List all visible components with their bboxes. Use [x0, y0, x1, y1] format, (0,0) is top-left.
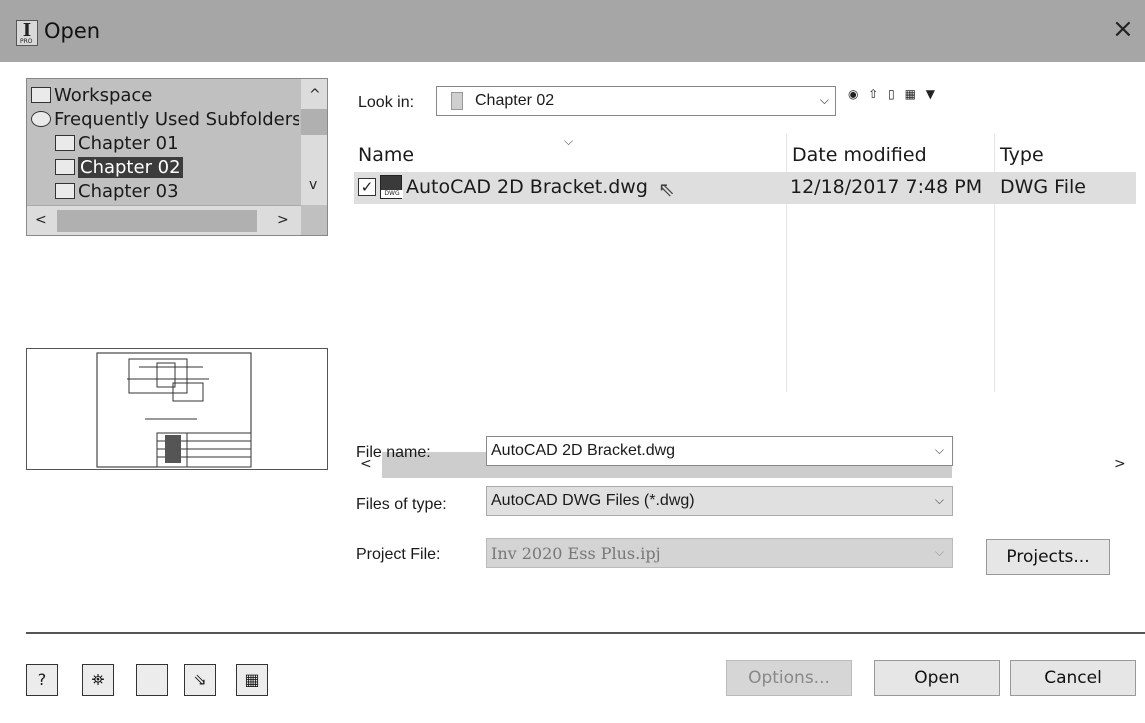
- tree-item-workspace[interactable]: Workspace: [31, 85, 299, 106]
- navigation-toolbar[interactable]: ◉ ⇧ ▯ ▦ ▼: [848, 87, 938, 101]
- cancel-button[interactable]: Cancel: [1010, 660, 1136, 696]
- scroll-down-icon[interactable]: v: [309, 177, 317, 193]
- files-of-type-select[interactable]: AutoCAD DWG Files (*.dwg) ⌵: [486, 486, 953, 516]
- folder-icon: [55, 183, 75, 199]
- drawing-preview-image: [96, 352, 252, 468]
- folder-tree: Workspace Frequently Used Subfolders Cha…: [26, 78, 328, 236]
- window-title: Open: [44, 19, 101, 43]
- library-icon[interactable]: ▦: [236, 664, 268, 696]
- inventor-app-icon: I PRO: [16, 20, 38, 46]
- tree-item-chapter-02[interactable]: Chapter 02: [55, 157, 299, 178]
- folder-icon: [451, 92, 463, 110]
- subfolders-icon: [31, 111, 51, 127]
- options-button[interactable]: Options...: [726, 660, 852, 696]
- scroll-right-icon[interactable]: >: [277, 212, 289, 228]
- files-of-type-label: Files of type:: [356, 496, 447, 513]
- scroll-right-icon[interactable]: >: [1114, 456, 1126, 472]
- file-name-field[interactable]: AutoCAD 2D Bracket.dwg ⌵: [486, 436, 953, 466]
- file-name-cell: AutoCAD 2D Bracket.dwg: [406, 176, 648, 198]
- open-button[interactable]: Open: [874, 660, 1000, 696]
- scroll-thumb[interactable]: [57, 210, 257, 232]
- chevron-down-icon[interactable]: ⌵: [935, 443, 944, 458]
- tree-item-chapter-01[interactable]: Chapter 01: [55, 133, 299, 154]
- workspace-icon: [31, 87, 51, 103]
- new-file-icon[interactable]: [136, 664, 168, 696]
- close-icon[interactable]: ×: [1112, 14, 1134, 44]
- help-icon[interactable]: ?: [26, 664, 58, 696]
- projects-button[interactable]: Projects...: [986, 539, 1110, 575]
- folder-icon: [55, 159, 75, 175]
- project-file-select: Inv 2020 Ess Plus.ipj ⌵: [486, 538, 953, 568]
- sort-chevron-icon: ⌵: [564, 134, 574, 148]
- file-preview: [26, 348, 328, 470]
- tree-item-frequently-used[interactable]: Frequently Used Subfolders: [31, 109, 299, 130]
- import-icon[interactable]: ⇘: [184, 664, 216, 696]
- look-in-dropdown[interactable]: Chapter 02 ⌵: [436, 86, 836, 116]
- divider: [26, 632, 1145, 634]
- file-name-label: File name:: [356, 444, 431, 461]
- column-header-name[interactable]: Name: [358, 144, 414, 166]
- chevron-down-icon: ⌵: [819, 93, 829, 107]
- checkbox[interactable]: ✓: [358, 178, 376, 196]
- scroll-thumb[interactable]: [301, 109, 327, 135]
- mouse-cursor-icon: ⇖: [658, 177, 675, 201]
- tree-vertical-scrollbar[interactable]: ^ v: [301, 79, 327, 205]
- tree-item-chapter-03[interactable]: Chapter 03: [55, 181, 299, 201]
- file-list: ⌵ Name Date modified Type ✓ DWG AutoCAD …: [352, 134, 1145, 480]
- chevron-down-icon: ⌵: [934, 545, 944, 559]
- column-header-date-modified[interactable]: Date modified: [792, 144, 927, 166]
- tree-horizontal-scrollbar[interactable]: < >: [27, 205, 301, 235]
- scroll-left-icon[interactable]: <: [35, 212, 47, 228]
- scroll-up-icon[interactable]: ^: [309, 87, 321, 103]
- find-icon[interactable]: ⛯: [82, 664, 114, 696]
- table-row[interactable]: ✓ DWG AutoCAD 2D Bracket.dwg ⇖ 12/18/201…: [354, 172, 1136, 204]
- look-in-label: Look in:: [358, 94, 415, 111]
- column-header-type[interactable]: Type: [1000, 144, 1044, 166]
- open-dialog: Workspace Frequently Used Subfolders Cha…: [0, 62, 1145, 723]
- folder-icon: [55, 135, 75, 151]
- date-modified-cell: 12/18/2017 7:48 PM: [790, 176, 983, 198]
- dwg-file-icon: DWG: [380, 175, 403, 199]
- type-cell: DWG File: [1000, 176, 1086, 198]
- project-file-label: Project File:: [356, 546, 441, 563]
- title-bar: I PRO Open ×: [0, 0, 1145, 62]
- chevron-down-icon: ⌵: [934, 493, 944, 507]
